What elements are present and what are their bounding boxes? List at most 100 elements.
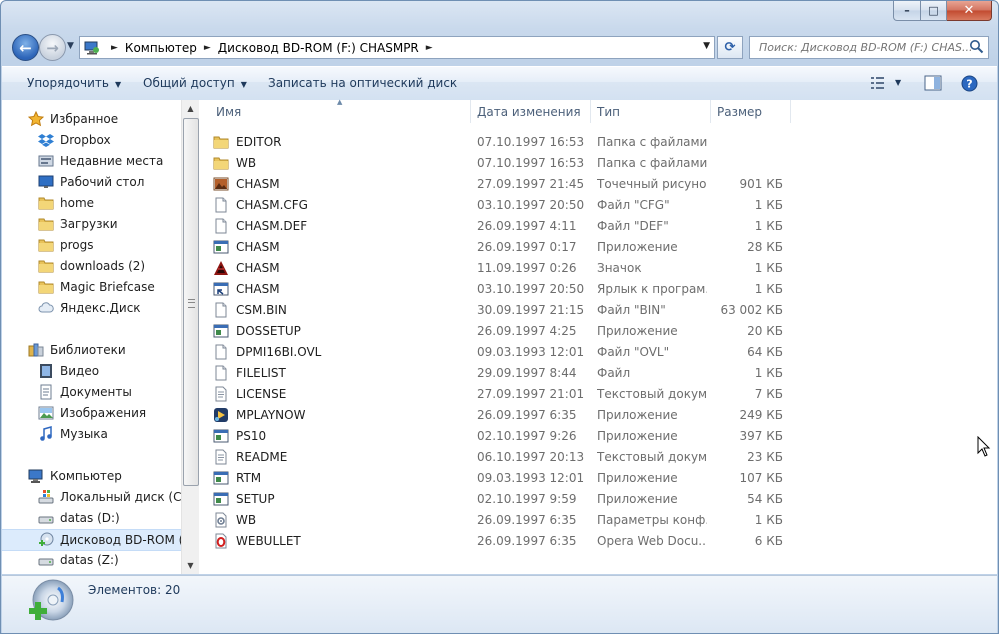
file-name-cell[interactable]: README — [213, 446, 287, 467]
file-name-cell[interactable]: CHASM — [213, 236, 280, 257]
sidebar-item-label: Дисковод BD-ROM (F: — [60, 533, 181, 547]
sort-ascending-icon: ▲ — [337, 98, 343, 106]
file-name-cell[interactable]: EDITOR — [213, 131, 281, 152]
help-icon[interactable]: ? — [961, 75, 978, 92]
scrollbar-thumb[interactable] — [183, 118, 199, 486]
file-type: Приложение — [597, 239, 678, 254]
minimize-button[interactable]: – — [893, 1, 921, 21]
sidebar-group-1[interactable]: Библиотеки — [2, 340, 181, 360]
column-header-date[interactable]: Дата изменения — [471, 100, 591, 123]
sidebar-item[interactable]: Недавние места — [2, 151, 181, 171]
sidebar-group-2[interactable]: Компьютер — [2, 466, 181, 486]
view-options-icon[interactable] — [870, 75, 886, 91]
file-name-cell[interactable]: CHASM — [213, 173, 280, 194]
libraries-icon — [28, 342, 44, 358]
sidebar-item[interactable]: Magic Briefcase — [2, 277, 181, 297]
file-name-cell[interactable]: CHASM.DEF — [213, 215, 307, 236]
file-size: 1 КБ — [754, 218, 783, 233]
column-header-name[interactable]: Имя ▲ — [199, 98, 471, 123]
file-name-cell[interactable]: WB — [213, 509, 256, 530]
sidebar-item[interactable]: datas (D:) — [2, 508, 181, 528]
breadcrumb: ► Компьютер ► Дисковод BD-ROM (F:) CHASM… — [104, 41, 440, 55]
file-name-cell[interactable]: WEBULLET — [213, 530, 301, 551]
maximize-button[interactable]: □ — [921, 1, 947, 21]
column-header-type[interactable]: Тип — [591, 100, 711, 123]
forward-button[interactable]: → — [39, 34, 66, 61]
recent-pages-dropdown[interactable]: ▼ — [67, 41, 74, 51]
file-name-cell[interactable]: SETUP — [213, 488, 275, 509]
sidebar-item[interactable]: Локальный диск (C:) — [2, 487, 181, 507]
file-date: 06.10.1997 20:13 — [477, 449, 585, 464]
svg-text:?: ? — [966, 78, 972, 91]
column-header-size[interactable]: Размер — [711, 100, 791, 123]
sidebar-item[interactable]: Музыка — [2, 424, 181, 444]
share-button[interactable]: Общий доступ ▼ — [143, 76, 247, 90]
sidebar-item[interactable]: Видео — [2, 361, 181, 381]
breadcrumb-item-computer[interactable]: Компьютер — [125, 41, 197, 55]
file-date: 27.09.1997 21:45 — [477, 176, 585, 191]
file-type: Файл "DEF" — [597, 218, 669, 233]
file-name-cell[interactable]: FILELIST — [213, 362, 286, 383]
file-name-cell[interactable]: CSM.BIN — [213, 299, 287, 320]
scroll-down-button[interactable]: ▼ — [182, 557, 199, 574]
refresh-button[interactable]: ⟳ — [717, 36, 743, 59]
file-name-cell[interactable]: PS10 — [213, 425, 266, 446]
sidebar-item[interactable]: home — [2, 193, 181, 213]
organize-button[interactable]: Упорядочить ▼ — [27, 76, 121, 90]
search-box[interactable] — [749, 36, 989, 59]
file-name-cell[interactable]: CHASM — [213, 257, 280, 278]
sidebar-item[interactable]: Документы — [2, 382, 181, 402]
app-icon — [213, 491, 229, 507]
file-name-cell[interactable]: WB — [213, 152, 256, 173]
file-name: SETUP — [236, 491, 275, 506]
breadcrumb-chevron-icon[interactable]: ► — [111, 43, 118, 53]
sidebar-item-label: Загрузки — [60, 217, 118, 231]
folder-icon — [38, 216, 54, 232]
close-button[interactable]: ✕ — [947, 1, 992, 21]
sidebar-item[interactable]: Загрузки — [2, 214, 181, 234]
address-bar[interactable]: ► Компьютер ► Дисковод BD-ROM (F:) CHASM… — [79, 36, 715, 59]
file-name-cell[interactable]: RTM — [213, 467, 261, 488]
recent-places-icon — [38, 153, 54, 169]
sidebar-item[interactable]: datas (Z:) — [2, 550, 181, 570]
file-name-cell[interactable]: LICENSE — [213, 383, 286, 404]
file-size: 7 КБ — [754, 386, 783, 401]
scroll-up-button[interactable]: ▲ — [182, 100, 199, 117]
file-name: CHASM — [236, 260, 280, 275]
file-name-cell[interactable]: DPMI16BI.OVL — [213, 341, 321, 362]
settings-file-icon — [213, 512, 229, 528]
chasm-logo-icon — [213, 260, 229, 276]
file-name-cell[interactable]: MPLAYNOW — [213, 404, 305, 425]
back-button[interactable]: ← — [12, 34, 39, 61]
sidebar-item-label: Музыка — [60, 427, 108, 441]
breadcrumb-chevron-icon[interactable]: ► — [426, 43, 433, 53]
file-size: 6 КБ — [754, 533, 783, 548]
breadcrumb-item-drive[interactable]: Дисковод BD-ROM (F:) CHASMPR — [218, 41, 419, 55]
sidebar-item[interactable]: downloads (2) — [2, 256, 181, 276]
view-dropdown-icon[interactable]: ▼ — [895, 78, 901, 87]
search-input[interactable] — [757, 40, 973, 55]
pictures-icon — [38, 405, 54, 421]
file-name-cell[interactable]: CHASM.CFG — [213, 194, 308, 215]
file-size: 107 КБ — [739, 470, 783, 485]
sidebar-item[interactable]: Изображения — [2, 403, 181, 423]
sidebar-group-0[interactable]: Избранное — [2, 109, 181, 129]
sidebar-item-label: Изображения — [60, 406, 147, 420]
sidebar-item[interactable]: Дисковод BD-ROM (F: — [2, 529, 181, 551]
search-icon[interactable] — [969, 39, 984, 54]
sidebar-item[interactable]: Рабочий стол — [2, 172, 181, 192]
sidebar-group-label: Избранное — [50, 112, 119, 126]
app-icon — [213, 428, 229, 444]
breadcrumb-chevron-icon[interactable]: ► — [204, 43, 211, 53]
sidebar-item[interactable]: progs — [2, 235, 181, 255]
file-name-cell[interactable]: DOSSETUP — [213, 320, 301, 341]
file-name-cell[interactable]: CHASM — [213, 278, 280, 299]
preview-pane-icon[interactable] — [924, 75, 942, 91]
sidebar-item[interactable]: Яндекс.Диск — [2, 298, 181, 318]
burn-button[interactable]: Записать на оптический диск — [268, 76, 457, 90]
file-name: DPMI16BI.OVL — [236, 344, 322, 359]
address-dropdown-icon[interactable]: ▼ — [703, 41, 710, 51]
navigation-pane-scrollbar[interactable]: ▲ ▼ — [181, 100, 199, 574]
refresh-icon: ⟳ — [724, 40, 736, 55]
sidebar-item[interactable]: Dropbox — [2, 130, 181, 150]
